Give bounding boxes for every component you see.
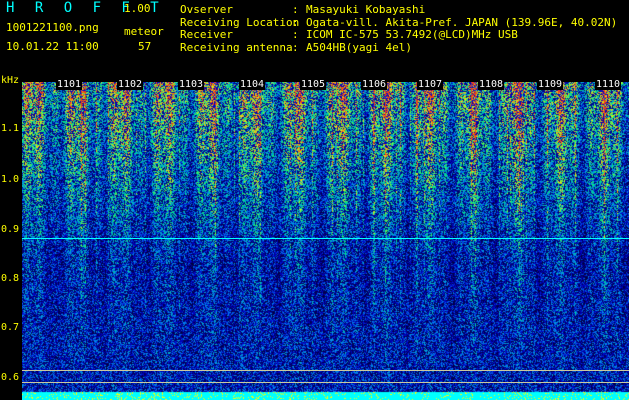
info-row-receiver: Receiver : ICOM IC-575 53.7492(@LCD)MHz … bbox=[180, 29, 617, 42]
x-tick-label: 1107 bbox=[417, 79, 444, 90]
y-tick-label: 0.8 bbox=[1, 273, 20, 284]
info-separator: : bbox=[292, 3, 299, 16]
x-tick-label: 1108 bbox=[478, 79, 505, 90]
marker-line bbox=[22, 238, 629, 239]
reference-line-upper bbox=[22, 370, 629, 371]
x-tick-label: 1109 bbox=[537, 79, 564, 90]
info-row-antenna: Receiving antenna : A504HB(yagi 4el) bbox=[180, 40, 617, 55]
x-tick-label: 1110 bbox=[595, 79, 622, 90]
y-tick-label: 1.0 bbox=[1, 174, 20, 185]
station-info: Ovserver : Masayuki Kobayashi Receiving … bbox=[180, 3, 617, 55]
x-tick-label: 1106 bbox=[361, 79, 388, 90]
info-value: Masayuki Kobayashi bbox=[306, 3, 426, 16]
y-axis-unit: kHz bbox=[1, 75, 20, 86]
meteor-count: 57 bbox=[138, 40, 152, 53]
x-tick-label: 1101 bbox=[56, 79, 83, 90]
file-name: 1001221100.png bbox=[6, 21, 99, 34]
info-row-observer: Ovserver : Masayuki Kobayashi bbox=[180, 3, 617, 17]
info-label: Receiver bbox=[180, 28, 233, 42]
reference-line-lower bbox=[22, 382, 629, 383]
y-tick-label: 0.6 bbox=[1, 372, 20, 383]
info-value: A504HB(yagi 4el) bbox=[306, 40, 412, 54]
info-value: ICOM IC-575 53.7492(@LCD)MHz USB bbox=[306, 28, 518, 42]
capture-datetime: 10.01.22 11:00 bbox=[6, 40, 99, 53]
x-tick-label: 1104 bbox=[239, 79, 266, 90]
info-label: Receiving antenna bbox=[180, 40, 293, 54]
info-separator: : bbox=[292, 40, 299, 54]
meteor-label: meteor bbox=[124, 25, 164, 38]
x-tick-label: 1102 bbox=[117, 79, 144, 90]
x-tick-label: 1103 bbox=[178, 79, 205, 90]
y-tick-label: 0.7 bbox=[1, 322, 20, 333]
info-separator: : bbox=[292, 28, 299, 42]
spectrogram-plot bbox=[22, 82, 629, 400]
info-label: Ovserver bbox=[180, 3, 233, 16]
app-version: 1.00 bbox=[124, 2, 151, 15]
x-tick-label: 1105 bbox=[300, 79, 327, 90]
y-tick-label: 0.9 bbox=[1, 224, 20, 235]
y-tick-label: 1.1 bbox=[1, 123, 20, 134]
spectrogram-canvas bbox=[22, 82, 629, 400]
